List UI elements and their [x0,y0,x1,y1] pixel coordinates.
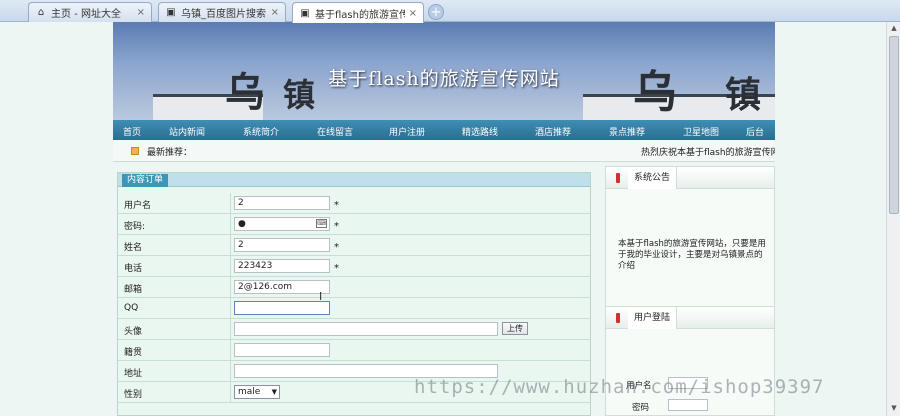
tab-label: 乌镇_百度图片搜索 [181,9,266,20]
main-nav: 首页 站内新闻 系统简介 在线留言 用户注册 精选路线 酒店推荐 景点推荐 卫星… [113,120,775,140]
form-row-name: 姓名 2 * [118,235,590,256]
avatar-input[interactable] [234,322,498,336]
site-title: 基于flash的旅游宣传网站 [328,68,560,90]
field-label: 性别 [124,390,143,400]
recommend-bar: 最新推荐： 热烈庆祝本基于flash的旅游宣传网站上 [113,140,775,162]
page-icon: ▣ [166,7,176,18]
login-header: 用户登陆 [606,307,774,329]
field-label: 姓名 [124,243,143,253]
scroll-thumb[interactable] [889,36,899,214]
nav-item-hotels[interactable]: 酒店推荐 [535,125,571,138]
scroll-up-icon[interactable]: ▲ [889,24,899,34]
field-label: QQ [124,303,139,313]
field-label: 地址 [124,369,143,379]
gender-value: male [238,387,261,397]
bullet-icon [616,313,620,323]
keyboard-icon: ⌨ [316,219,327,228]
nav-item-home[interactable]: 首页 [123,125,141,138]
form-header: 内容订单 [118,173,590,187]
field-label: 电话 [124,264,143,274]
site-container: 乌 镇 乌 镇 基于flash的旅游宣传网站 首页 站内新闻 系统简介 在线留言… [113,22,775,416]
bullet-icon [616,173,620,183]
required-mark: * [334,221,339,232]
close-icon[interactable]: × [137,7,145,18]
form-row-password: 密码: ● ⌨ * [118,214,590,235]
page-icon: ▣ [300,7,310,19]
password-value: ● [238,219,246,229]
login-password-input[interactable] [668,399,708,411]
required-mark: * [334,263,339,274]
vertical-scrollbar[interactable]: ▲ ▼ [886,22,900,416]
close-icon[interactable]: × [409,8,417,19]
chevron-down-icon: ▼ [271,388,277,396]
new-tab-button[interactable]: + [428,4,444,20]
bullet-icon [131,147,139,155]
nav-item-register[interactable]: 用户注册 [389,125,425,138]
page-viewport: 乌 镇 乌 镇 基于flash的旅游宣传网站 首页 站内新闻 系统简介 在线留言… [0,22,886,416]
gender-select[interactable]: male ▼ [234,385,280,399]
form-row-avatar: 头像 上传 [118,319,590,340]
field-label: 籍贯 [124,348,143,358]
login-title: 用户登陆 [628,307,678,329]
browser-tab-image-search[interactable]: ▣ 乌镇_百度图片搜索 × [158,2,286,22]
scroll-down-icon[interactable]: ▼ [889,404,899,414]
browser-tab-bar: ⌂ 主页 - 网址大全 × ▣ 乌镇_百度图片搜索 × ▣ 基于flash的旅游… [0,0,900,23]
phone-input[interactable]: 223423 [234,259,330,273]
site-banner: 乌 镇 乌 镇 基于flash的旅游宣传网站 [113,22,775,120]
close-icon[interactable]: × [271,7,279,18]
notice-title: 系统公告 [628,167,678,189]
tab-label: 基于flash的旅游宣传网站 [315,9,405,21]
browser-tab-home[interactable]: ⌂ 主页 - 网址大全 × [28,2,152,22]
watermark-text: https://www.huzhan.com/ishop39397 [414,376,825,398]
notice-text: 本基于flash的旅游宣传网站，只要是用于我的毕业设计，主要是对乌镇景点的介绍 [618,239,766,271]
recommend-label: 最新推荐： [147,148,193,158]
hometown-input[interactable] [234,343,330,357]
required-mark: * [334,200,339,211]
form-row-username: 用户名 2 * [118,193,590,214]
field-label: 头像 [124,327,143,337]
form-row-phone: 电话 223423 * [118,256,590,277]
tab-label: 主页 - 网址大全 [51,9,121,20]
nav-item-map[interactable]: 卫星地图 [683,125,719,138]
password-input[interactable]: ● ⌨ [234,217,330,231]
email-input[interactable]: 2@126.com [234,280,330,294]
form-tab[interactable]: 内容订单 [122,174,169,187]
notice-header: 系统公告 [606,167,774,189]
login-panel: 用户登陆 用户名 密码 [605,306,775,416]
nav-item-scenic[interactable]: 景点推荐 [609,125,645,138]
nav-item-news[interactable]: 站内新闻 [169,125,205,138]
field-label: 邮箱 [124,285,143,295]
login-password-label: 密码 [632,403,650,413]
text-cursor-icon: I [319,290,323,303]
form-row-hometown: 籍贯 [118,340,590,361]
field-label: 密码: [124,222,146,232]
nav-item-intro[interactable]: 系统简介 [243,125,279,138]
name-input[interactable]: 2 [234,238,330,252]
nav-item-message[interactable]: 在线留言 [317,125,353,138]
username-input[interactable]: 2 [234,196,330,210]
browser-tab-site[interactable]: ▣ 基于flash的旅游宣传网站 × [292,2,424,23]
upload-button[interactable]: 上传 [502,322,528,335]
nav-item-admin[interactable]: 后台 [746,125,764,138]
home-icon: ⌂ [37,7,45,18]
form-row-email: 邮箱 2@126.com [118,277,590,298]
form-row-qq: QQ [118,298,590,319]
nav-item-routes[interactable]: 精选路线 [462,125,498,138]
qq-input[interactable] [234,301,330,315]
field-label: 用户名 [124,201,152,211]
required-mark: * [334,242,339,253]
recommend-marquee[interactable]: 热烈庆祝本基于flash的旅游宣传网站上 [641,145,775,158]
